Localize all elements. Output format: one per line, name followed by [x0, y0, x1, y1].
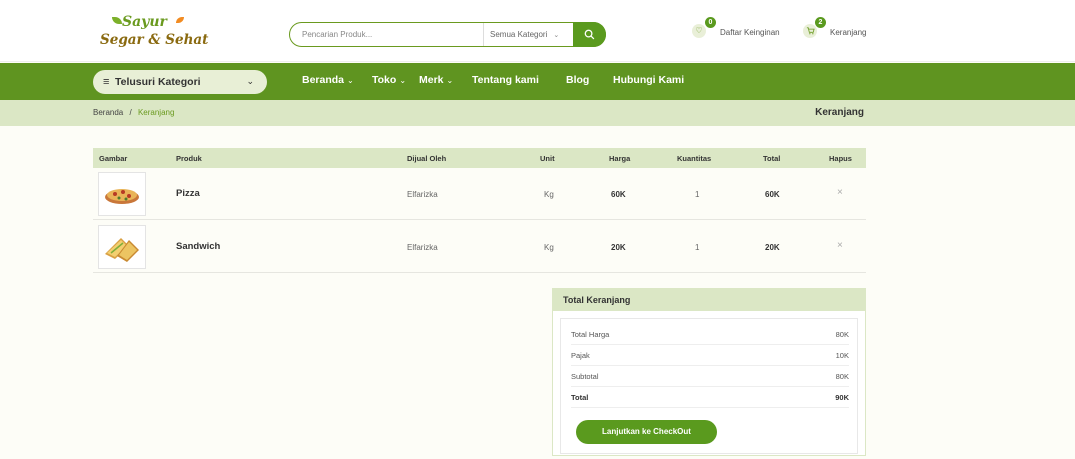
nav-link-blog[interactable]: Blog: [566, 74, 589, 86]
totals-row-subtotal: Subtotal 80K: [571, 367, 849, 387]
totals-label: Total Harga: [571, 330, 610, 339]
totals-label: Pajak: [571, 351, 590, 360]
quantity[interactable]: 1: [695, 190, 699, 199]
cart-count-badge: 2: [815, 17, 826, 28]
wishlist-link[interactable]: Daftar Keinginan: [720, 28, 780, 37]
chevron-down-icon: ⌄: [246, 76, 254, 86]
close-icon[interactable]: ×: [837, 187, 843, 198]
search-bar: Pencarian Produk... Semua Kategori ⌄: [289, 22, 606, 47]
nav-link-label: Toko: [372, 74, 397, 86]
brand-logo[interactable]: Sayur Segar & Sehat: [100, 14, 220, 54]
product-image[interactable]: [98, 225, 146, 269]
breadcrumb-home[interactable]: Beranda: [93, 108, 123, 117]
column-header-unit: Unit: [540, 154, 555, 163]
product-name[interactable]: Pizza: [176, 188, 200, 199]
table-row: Pizza Elfarizka Kg 60K 1 60K ×: [93, 168, 866, 220]
chevron-down-icon: ⌄: [399, 76, 407, 85]
totals-value: 80K: [835, 330, 849, 339]
cart-totals-body: Total Harga 80K Pajak 10K Subtotal 80K T…: [560, 318, 858, 454]
line-total: 20K: [765, 243, 780, 252]
column-header-image: Gambar: [99, 154, 128, 163]
heart-icon[interactable]: ♡: [692, 24, 706, 38]
hamburger-icon: ≡: [103, 76, 110, 88]
totals-value: 90K: [835, 393, 849, 402]
nav-link-beranda[interactable]: Beranda ⌄: [302, 74, 354, 86]
product-name[interactable]: Sandwich: [176, 241, 220, 252]
cart-totals-panel: Total Keranjang Total Harga 80K Pajak 10…: [552, 288, 866, 456]
cart-totals-title: Total Keranjang: [563, 295, 631, 305]
line-total: 60K: [765, 190, 780, 199]
chevron-down-icon: ⌄: [347, 76, 354, 85]
nav-link-label: Merk: [419, 74, 444, 86]
breadcrumb-separator: /: [129, 108, 132, 117]
totals-row-grand-total: Total 90K: [571, 388, 849, 408]
price: 20K: [611, 243, 626, 252]
totals-label: Subtotal: [571, 372, 599, 381]
cart-table-header: Gambar Produk Dijual Oleh Unit Harga Kua…: [93, 148, 866, 168]
unit: Kg: [544, 243, 554, 252]
column-header-total: Total: [763, 154, 781, 163]
carrot-icon: [176, 17, 184, 23]
chevron-down-icon: ⌄: [553, 32, 560, 39]
checkout-button[interactable]: Lanjutkan ke CheckOut: [576, 420, 717, 444]
breadcrumb: Beranda / Keranjang: [93, 108, 174, 117]
search-input[interactable]: Pencarian Produk...: [302, 30, 372, 39]
totals-label: Total: [571, 393, 589, 402]
cart-totals-header: Total Keranjang: [553, 289, 865, 311]
leaf-icon: [112, 17, 122, 24]
search-icon: [584, 27, 595, 41]
column-header-quantity: Kuantitas: [677, 154, 712, 163]
nav-link-label: Beranda: [302, 74, 345, 86]
nav-link-toko[interactable]: Toko ⌄: [372, 74, 406, 86]
wishlist-count-badge: 0: [705, 17, 716, 28]
browse-categories-label: Telusuri Kategori: [115, 76, 201, 88]
column-header-seller: Dijual Oleh: [407, 154, 447, 163]
cart-link[interactable]: Keranjang: [830, 28, 866, 37]
totals-row-tax: Pajak 10K: [571, 346, 849, 366]
breadcrumb-bar: Beranda / Keranjang Keranjang: [0, 100, 1075, 126]
nav-link-hubungi-kami[interactable]: Hubungi Kami: [613, 74, 684, 86]
browse-categories-button[interactable]: ≡ Telusuri Kategori ⌄: [93, 70, 267, 94]
page-title: Keranjang: [815, 107, 864, 118]
nav-link-tentang-kami[interactable]: Tentang kami: [472, 74, 539, 86]
category-select[interactable]: Semua Kategori ⌄: [483, 23, 575, 46]
brand-line2: Segar & Sehat: [100, 32, 209, 48]
top-header: Sayur Segar & Sehat Pencarian Produk... …: [0, 0, 1075, 62]
column-header-price: Harga: [609, 154, 631, 163]
totals-row-total-price: Total Harga 80K: [571, 325, 849, 345]
category-select-value: Semua Kategori: [490, 30, 548, 39]
chevron-down-icon: ⌄: [446, 76, 454, 85]
column-header-delete: Hapus: [829, 154, 852, 163]
seller-name: Elfarizka: [407, 190, 438, 199]
column-header-product: Produk: [176, 154, 202, 163]
quantity[interactable]: 1: [695, 243, 699, 252]
nav-link-merk[interactable]: Merk ⌄: [419, 74, 453, 86]
unit: Kg: [544, 190, 554, 199]
cart-icon[interactable]: [803, 24, 817, 38]
price: 60K: [611, 190, 626, 199]
totals-value: 80K: [835, 372, 849, 381]
seller-name: Elfarizka: [407, 243, 438, 252]
breadcrumb-current: Keranjang: [137, 108, 175, 117]
search-button[interactable]: [573, 22, 606, 47]
product-image[interactable]: [98, 172, 146, 216]
brand-line1: Sayur: [122, 14, 167, 30]
table-row: Sandwich Elfarizka Kg 20K 1 20K ×: [93, 221, 866, 273]
close-icon[interactable]: ×: [837, 240, 843, 251]
main-nav: ≡ Telusuri Kategori ⌄ Beranda ⌄ Toko ⌄ Mer…: [0, 63, 1075, 100]
totals-value: 10K: [835, 351, 849, 360]
